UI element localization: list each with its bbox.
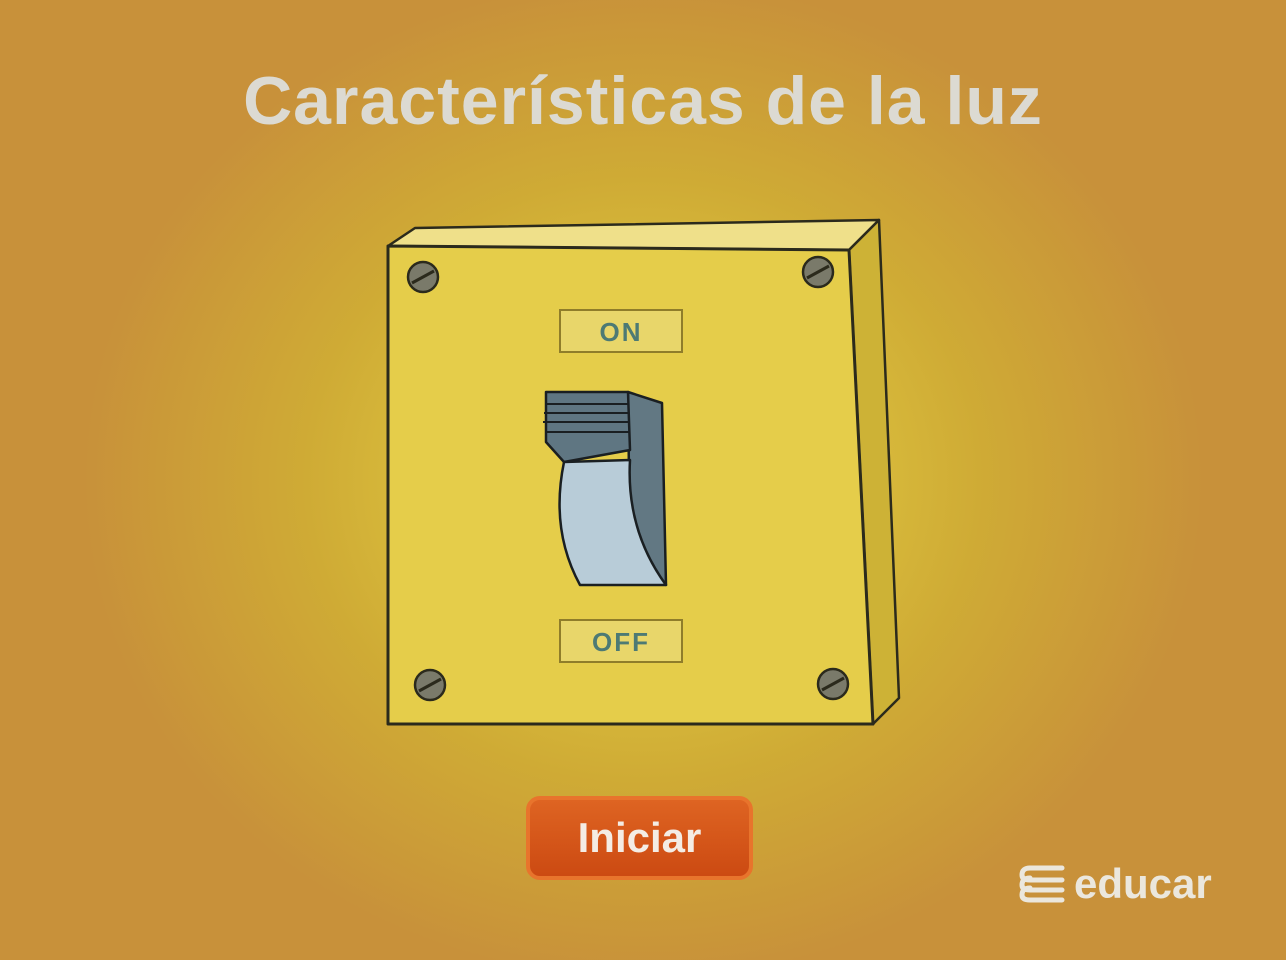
screw-icon [816, 667, 850, 701]
light-switch[interactable]: ON OFF [380, 210, 910, 735]
start-button[interactable]: Iniciar [526, 796, 753, 880]
on-label: ON [559, 309, 683, 353]
educar-logo[interactable]: educar [1018, 856, 1212, 912]
educar-logo-icon [1019, 865, 1065, 903]
logo-text: educar [1074, 860, 1212, 907]
screw-icon [801, 255, 835, 289]
off-label: OFF [559, 619, 683, 663]
screw-icon [406, 260, 440, 294]
page-title: Características de la luz [243, 63, 1043, 139]
screw-icon [413, 668, 447, 702]
